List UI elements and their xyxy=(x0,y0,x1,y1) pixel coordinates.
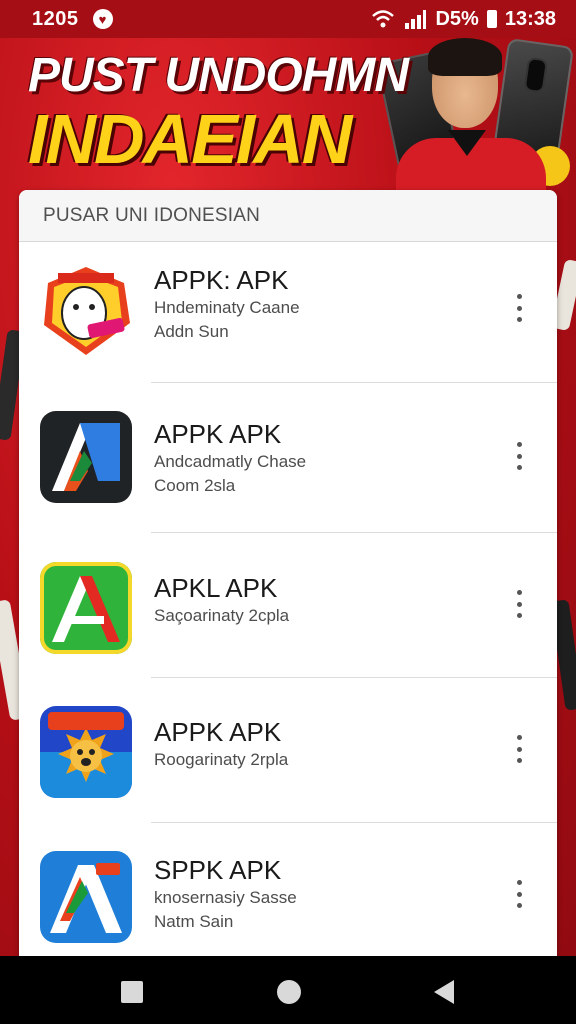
divider xyxy=(151,532,557,533)
status-bar: 1205 ♥ D5% 13:38 xyxy=(0,0,576,38)
app-desc: Andcadmatly Chase xyxy=(154,451,307,471)
battery-percent: D5% xyxy=(435,7,479,30)
battery-icon xyxy=(486,10,497,28)
divider xyxy=(151,677,557,678)
more-options-icon[interactable] xyxy=(507,438,531,474)
divider xyxy=(151,382,557,383)
promo-banner[interactable]: PUST UNDOHMN INDAEIAN xyxy=(0,37,576,198)
app-name: APPK APK xyxy=(154,717,282,747)
more-options-icon[interactable] xyxy=(507,586,531,622)
letter-a-blue-icon[interactable] xyxy=(40,851,132,943)
app-desc: Roogarinaty 2rpla xyxy=(154,749,289,769)
more-options-icon[interactable] xyxy=(507,731,531,767)
app-name: APPK: APK xyxy=(154,265,289,295)
app-name: APPK APK xyxy=(154,419,282,449)
sun-face-icon[interactable] xyxy=(40,706,132,798)
app-desc-2: Coom 2sla xyxy=(154,475,236,495)
more-options-icon[interactable] xyxy=(507,290,531,326)
letter-a-green-icon[interactable] xyxy=(40,562,132,654)
wifi-icon xyxy=(372,10,395,28)
circle-icon[interactable] xyxy=(277,980,301,1004)
app-desc-2: Addn Sun xyxy=(154,321,229,341)
app-name: SPPK APK xyxy=(154,855,282,885)
status-time: 1205 xyxy=(32,7,79,30)
banner-title: PUST UNDOHMN INDAEIAN xyxy=(28,49,409,178)
more-options-icon[interactable] xyxy=(507,876,531,912)
app-list-card: PUSAR UNI IDONESIAN APPK: APK Hndeminaty… xyxy=(19,190,557,970)
letter-a-dark-icon[interactable] xyxy=(40,411,132,503)
ghost-badge-icon[interactable] xyxy=(40,265,132,357)
app-desc: Saçoarinaty 2cpla xyxy=(154,605,290,625)
app-desc-2: Natm Sain xyxy=(154,911,234,931)
square-icon[interactable] xyxy=(121,981,143,1003)
person-image xyxy=(392,38,552,198)
banner-title-line2: INDAEIAN xyxy=(28,100,352,178)
list-header: PUSAR UNI IDONESIAN xyxy=(19,190,557,242)
status-clock: 13:38 xyxy=(504,7,556,30)
triangle-back-icon[interactable] xyxy=(434,980,454,1004)
app-desc: Hndeminaty Caane xyxy=(154,297,300,317)
app-desc: knosernasiy Sasse xyxy=(154,887,297,907)
app-name: APKL APK xyxy=(154,573,278,603)
heart-icon: ♥ xyxy=(92,9,113,29)
divider xyxy=(151,822,557,823)
navigation-bar xyxy=(0,956,576,1024)
status-right-group: D5% 13:38 xyxy=(371,8,556,31)
signal-icon xyxy=(405,10,427,29)
banner-title-line1: PUST UNDOHMN xyxy=(28,49,409,102)
